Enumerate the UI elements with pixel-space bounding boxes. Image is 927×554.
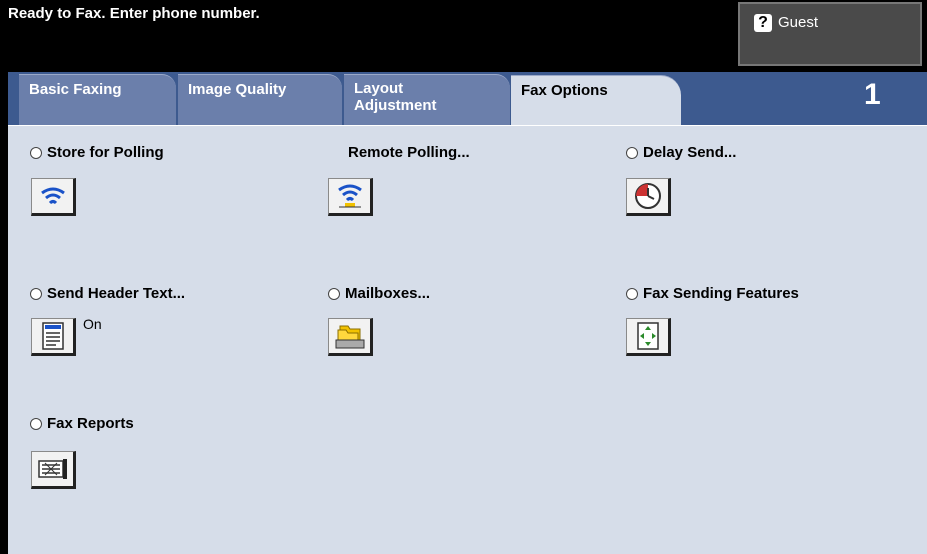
option-label: Fax Reports (47, 415, 134, 432)
option-label: Remote Polling... (348, 144, 470, 161)
fax-reports-option[interactable]: Fax Reports (30, 415, 134, 432)
remote-polling-button[interactable] (328, 178, 373, 216)
fax-screen: Ready to Fax. Enter phone number. ? Gues… (0, 0, 927, 554)
guest-button[interactable]: ? Guest (738, 2, 922, 66)
delay-send-button[interactable] (626, 178, 671, 216)
delay-send-option[interactable]: Delay Send... (626, 144, 736, 161)
header-text-icon (41, 322, 64, 350)
radio-button[interactable] (30, 417, 42, 430)
remote-polling-option[interactable]: Remote Polling... (348, 144, 470, 161)
options-panel (8, 125, 927, 554)
tab-label: Image Quality (188, 81, 287, 98)
tab-label: Layout Adjustment (354, 80, 437, 114)
radio-button[interactable] (30, 146, 42, 159)
tab-layout-adjustment[interactable]: Layout Adjustment (344, 74, 510, 125)
radio-button[interactable] (328, 287, 340, 300)
send-header-text-button[interactable] (31, 318, 76, 356)
fax-sending-features-button[interactable] (626, 318, 671, 356)
store-for-polling-button[interactable] (31, 178, 76, 216)
arrows-icon (636, 322, 659, 350)
tab-label: Basic Faxing (29, 81, 122, 98)
option-label: Store for Polling (47, 144, 164, 161)
report-icon (37, 459, 67, 479)
radio-button[interactable] (626, 287, 638, 300)
polling-icon (40, 187, 65, 205)
tab-label: Fax Options (521, 82, 608, 99)
tab-basic-faxing[interactable]: Basic Faxing (19, 74, 176, 125)
header-text-state: On (83, 316, 102, 332)
radio-button[interactable] (626, 146, 638, 159)
help-icon: ? (754, 14, 772, 32)
remote-polling-icon (337, 184, 362, 208)
status-message: Ready to Fax. Enter phone number. (8, 5, 260, 22)
mailboxes-option[interactable]: Mailboxes... (328, 285, 430, 302)
page-number: 1 (864, 78, 881, 111)
radio-button[interactable] (30, 287, 42, 300)
send-header-text-option[interactable]: Send Header Text... (30, 285, 185, 302)
clock-icon (634, 183, 661, 209)
option-label: Send Header Text... (47, 285, 186, 302)
option-label: Fax Sending Features (643, 285, 799, 302)
guest-label: Guest (778, 14, 819, 31)
option-label: Mailboxes... (345, 285, 431, 302)
tab-image-quality[interactable]: Image Quality (178, 74, 342, 125)
tab-fax-options[interactable]: Fax Options (511, 75, 681, 127)
mailbox-icon (335, 325, 364, 349)
fax-reports-button[interactable] (31, 451, 76, 489)
option-label: Delay Send... (643, 144, 737, 161)
store-for-polling-option[interactable]: Store for Polling (30, 144, 164, 161)
mailboxes-button[interactable] (328, 318, 373, 356)
fax-sending-features-option[interactable]: Fax Sending Features (626, 285, 799, 302)
